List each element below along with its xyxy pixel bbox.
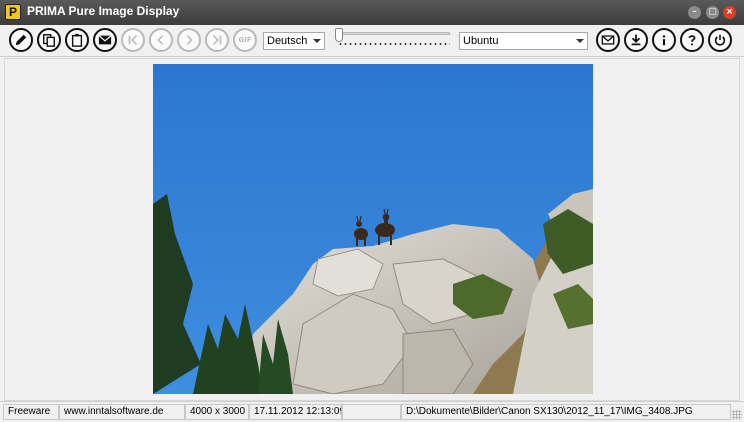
resize-grip[interactable] (732, 410, 742, 420)
next-image-button[interactable] (177, 28, 201, 52)
mail-button[interactable] (596, 28, 620, 52)
font-select-value: Ubuntu (463, 35, 499, 47)
chevron-down-icon (576, 39, 584, 43)
window-title: PRIMA Pure Image Display (27, 4, 180, 18)
status-license: Freeware (3, 404, 59, 420)
last-image-button[interactable] (205, 28, 229, 52)
first-image-button[interactable] (121, 28, 145, 52)
question-icon (688, 35, 696, 46)
gif-button[interactable]: GIF (233, 28, 257, 52)
photo-chamois-on-rock (153, 64, 593, 394)
chevron-right-icon (186, 35, 193, 45)
font-select[interactable]: Ubuntu (459, 32, 588, 50)
status-empty (342, 404, 401, 420)
status-website-link[interactable]: www.inntalsoftware.de (59, 404, 185, 420)
slider-ticks (338, 43, 450, 45)
language-select[interactable]: Deutsch (263, 32, 325, 50)
download-button[interactable] (624, 28, 648, 52)
status-datetime: 17.11.2012 12:13:09 (249, 404, 342, 420)
minimize-button[interactable]: – (688, 6, 701, 19)
chevron-down-icon (313, 39, 321, 43)
app-logo-icon: P (5, 4, 21, 20)
chevron-left-icon (157, 35, 164, 45)
gif-icon: GIF (238, 36, 252, 44)
status-filepath: D:\Dokumente\Bilder\Canon SX130\2012_11_… (401, 404, 731, 420)
envelope-icon (98, 35, 112, 45)
edit-button[interactable] (9, 28, 33, 52)
close-button[interactable]: × (723, 6, 736, 19)
help-button[interactable] (680, 28, 704, 52)
status-bar: Freeware www.inntalsoftware.de 4000 x 30… (0, 401, 744, 422)
language-select-value: Deutsch (267, 35, 308, 47)
copy-icon (43, 34, 55, 47)
paste-button[interactable] (65, 28, 89, 52)
title-bar[interactable]: P PRIMA Pure Image Display – □ × (0, 0, 744, 25)
clipboard-icon (71, 33, 83, 47)
copy-button[interactable] (37, 28, 61, 52)
info-icon (662, 35, 666, 46)
download-icon (631, 34, 641, 46)
skip-first-icon (128, 35, 138, 45)
envelope-icon (601, 35, 615, 45)
status-dimensions: 4000 x 3000 (185, 404, 249, 420)
app-window: P PRIMA Pure Image Display – □ × GIF Deu… (0, 0, 744, 422)
power-button[interactable] (708, 28, 732, 52)
slider-thumb[interactable] (335, 28, 343, 42)
skip-last-icon (212, 35, 222, 45)
zoom-slider[interactable] (334, 28, 452, 48)
info-button[interactable] (652, 28, 676, 52)
maximize-button[interactable]: □ (706, 6, 719, 19)
power-icon (714, 34, 726, 46)
slider-track (336, 32, 450, 35)
pencil-icon (15, 34, 27, 46)
email-button[interactable] (93, 28, 117, 52)
previous-image-button[interactable] (149, 28, 173, 52)
